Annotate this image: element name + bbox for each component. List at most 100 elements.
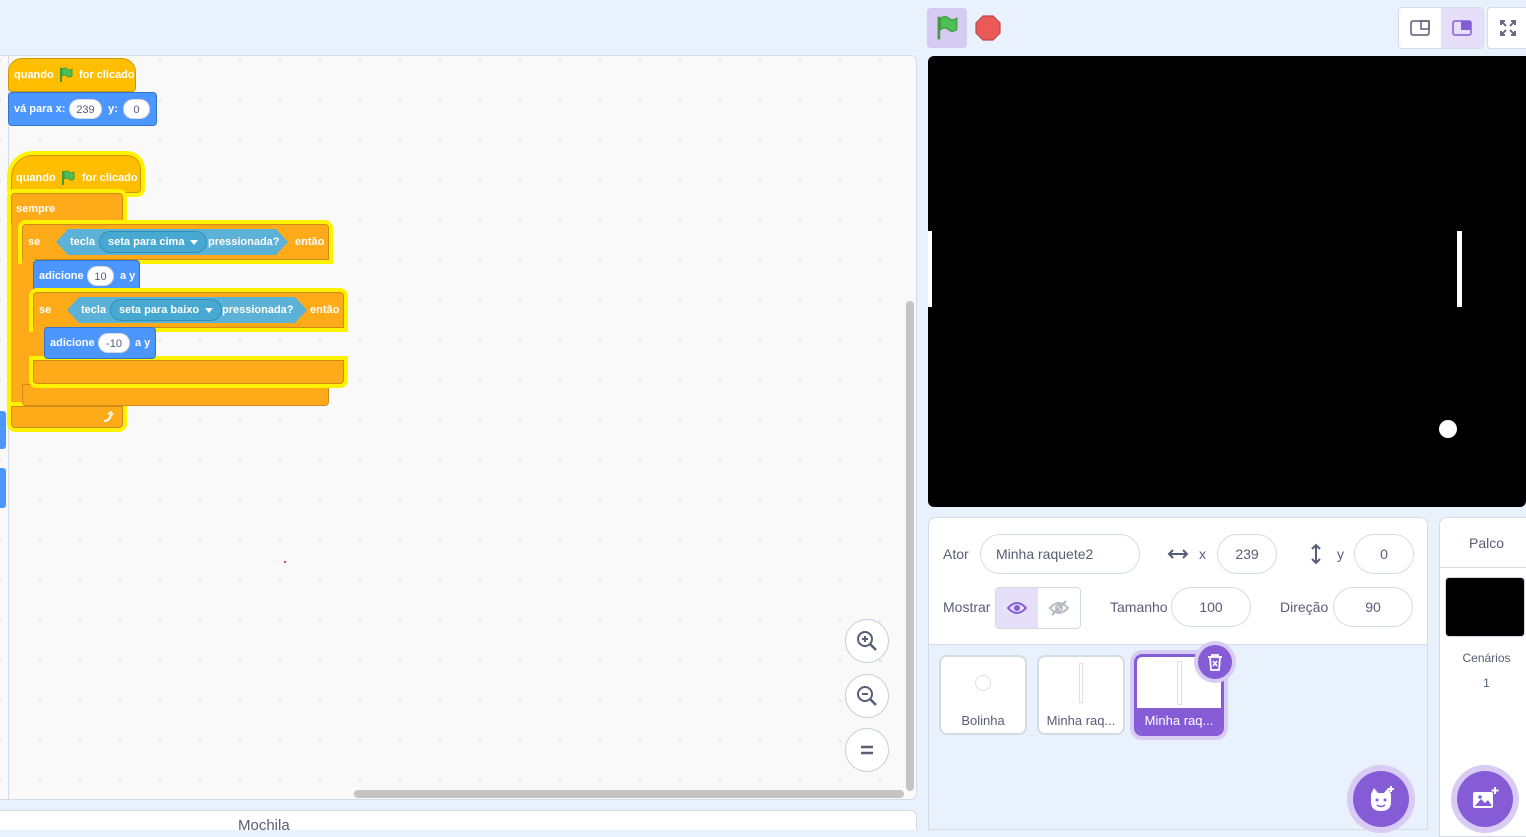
change-y-input[interactable]: 10 [87,266,114,286]
change-y-input[interactable]: -10 [98,333,130,353]
block-label: for clicado [79,69,135,81]
small-stage-button[interactable] [1399,8,1441,48]
block-label: adicione [39,270,84,282]
fullscreen-button[interactable] [1487,7,1526,49]
eye-icon [1007,602,1027,614]
forever-block[interactable]: sempre [11,193,123,225]
trash-icon [1208,654,1222,671]
stage-title: Palco [1440,518,1526,568]
backpack-panel[interactable]: Mochila [0,810,917,834]
y-label: y [1337,546,1344,562]
green-flag-button[interactable] [927,8,967,48]
sprite-thumbnail [975,675,991,691]
backdrop-add-icon [1473,787,1499,808]
zoom-out-icon [857,686,877,706]
change-y-block[interactable]: adicione 10 a y [33,260,140,292]
if-then-block[interactable]: se tecla seta para cima pressionada? ent… [22,224,329,260]
block-label: vá para x: [14,103,66,115]
x-arrows-icon [1167,549,1189,559]
sprite-label: Ator [943,546,969,562]
block-label: então [295,236,325,248]
y-arrows-icon [1311,543,1321,565]
if-then-block[interactable]: se tecla seta para baixo pressionada? en… [33,292,344,328]
zoom-reset-button[interactable] [845,728,889,772]
key-pressed-block[interactable]: tecla seta para baixo pressionada? [67,297,307,323]
fullscreen-icon [1500,20,1516,36]
green-flag-icon [60,67,73,82]
zoom-reset-icon [861,745,873,755]
key-dropdown[interactable]: seta para cima [99,231,207,253]
visibility-toggle[interactable] [995,587,1081,629]
code-workspace[interactable]: quando for clicado vá para x: 239 y: 0 q… [0,55,917,800]
block-label: quando [16,171,56,184]
right-paddle-sprite [1457,231,1462,307]
show-label: Mostrar [943,599,991,615]
sprite-info-panel: Ator Minha raquete2 x 239 y 0 Mostrar Ta… [928,517,1428,644]
block-label: sempre [16,203,56,215]
delete-sprite-button[interactable] [1198,645,1232,679]
loop-arrow-icon [103,411,114,422]
stop-icon [975,15,1001,41]
show-button[interactable] [996,588,1038,628]
block-label: então [310,304,340,316]
stop-button[interactable] [972,12,1004,44]
add-sprite-button[interactable] [1353,771,1409,827]
sprite-tile-name: Minha raq... [1137,708,1221,733]
key-pressed-block[interactable]: tecla seta para cima pressionada? [56,229,288,255]
key-dropdown[interactable]: seta para baixo [110,299,222,321]
zoom-in-icon [857,631,877,651]
ball-sprite [1439,420,1457,438]
add-backdrop-button[interactable] [1457,771,1513,827]
sprite-tile-name: Bolinha [961,713,1005,728]
when-flag-clicked-block[interactable]: quando for clicado [11,155,141,193]
sprite-tile-raquete1[interactable]: Minha raq... [1037,655,1125,735]
stage-canvas[interactable] [928,56,1526,507]
cat-add-icon [1371,786,1394,811]
green-flag-icon [62,170,75,185]
small-stage-icon [1410,20,1430,36]
zoom-in-button[interactable] [845,619,889,663]
block-label: for clicado [82,171,138,184]
x-label: x [1199,546,1206,562]
sprite-name-field[interactable]: Minha raquete2 [980,534,1140,574]
sprite-tile-name: Minha raq... [1046,713,1116,728]
stage-size-toggle[interactable] [1398,7,1484,49]
block-label: tecla [81,304,107,316]
horizontal-scrollbar[interactable] [354,790,904,798]
y-input[interactable]: 0 [123,99,150,119]
direction-label: Direção [1280,599,1329,615]
block-label: se [28,236,41,248]
hide-button[interactable] [1038,588,1080,628]
normal-stage-button[interactable] [1441,8,1483,48]
normal-stage-icon [1452,20,1472,36]
left-paddle-sprite [928,231,932,307]
block-label: y: [108,103,118,115]
when-flag-clicked-block[interactable]: quando for clicado [8,58,136,92]
block-label: tecla [70,236,96,248]
block-label: pressionada? [222,304,294,316]
palette-block-edge[interactable] [0,411,6,449]
go-to-xy-block[interactable]: vá para x: 239 y: 0 [8,92,157,126]
change-y-block[interactable]: adicione -10 a y [44,327,156,359]
direction-field[interactable]: 90 [1333,587,1413,627]
stage-thumbnail[interactable] [1445,577,1525,637]
backdrops-count: 1 [1483,676,1490,690]
forever-foot [11,406,123,428]
y-field[interactable]: 0 [1354,534,1414,574]
palette-block-edge[interactable] [0,468,6,508]
x-input[interactable]: 239 [69,99,102,119]
sprite-tile-bolinha[interactable]: Bolinha [939,655,1027,735]
vertical-scrollbar[interactable] [906,301,914,791]
size-field[interactable]: 100 [1171,587,1251,627]
if-foot [33,360,344,384]
stray-dot [284,561,286,563]
size-label: Tamanho [1110,599,1168,615]
backdrops-label: Cenários [1462,651,1511,665]
eye-off-icon [1049,600,1069,616]
zoom-out-button[interactable] [845,674,889,718]
block-label: a y [120,270,136,282]
if-foot [22,384,329,406]
block-label: se [39,304,52,316]
x-field[interactable]: 239 [1217,534,1277,574]
backpack-label: Mochila [238,817,290,834]
